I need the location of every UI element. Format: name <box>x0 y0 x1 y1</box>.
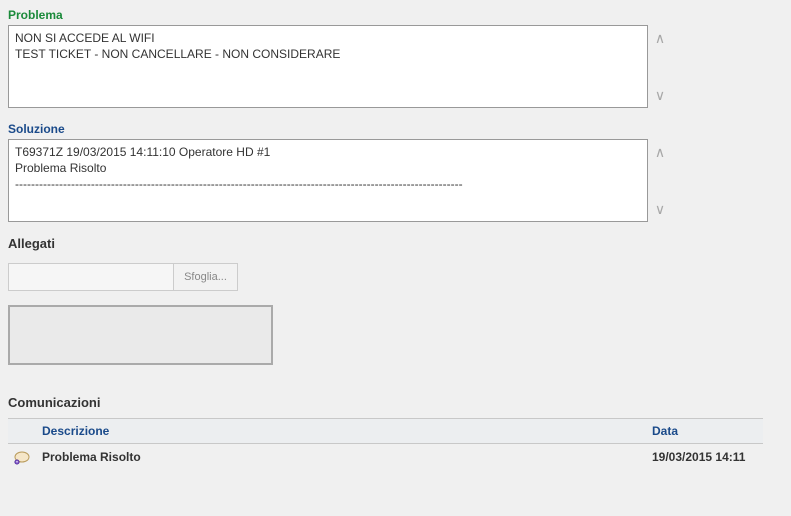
row-icon-cell <box>8 444 36 471</box>
comunicazioni-label: Comunicazioni <box>8 395 783 410</box>
allegati-label: Allegati <box>8 236 783 251</box>
problema-scrollbar[interactable]: ∧ ∨ <box>651 25 669 108</box>
soluzione-container: T69371Z 19/03/2015 14:11:10 Operatore HD… <box>8 139 673 222</box>
message-icon <box>14 451 30 465</box>
attachment-preview-box <box>8 305 273 365</box>
soluzione-scrollbar[interactable]: ∧ ∨ <box>651 139 669 222</box>
table-row[interactable]: Problema Risolto 19/03/2015 14:11 <box>8 444 763 471</box>
soluzione-textarea[interactable]: T69371Z 19/03/2015 14:11:10 Operatore HD… <box>8 139 648 222</box>
soluzione-label: Soluzione <box>8 122 783 136</box>
col-icon-header <box>8 419 36 444</box>
comunicazioni-table: Descrizione Data Problema Risolto 19/03/… <box>8 418 763 471</box>
row-data: 19/03/2015 14:11 <box>646 444 763 471</box>
scroll-up-icon[interactable]: ∧ <box>651 31 669 45</box>
browse-button[interactable]: Sfoglia... <box>173 263 238 291</box>
table-header-row: Descrizione Data <box>8 419 763 444</box>
scroll-up-icon[interactable]: ∧ <box>651 145 669 159</box>
problema-container: NON SI ACCEDE AL WIFI TEST TICKET - NON … <box>8 25 673 108</box>
row-descrizione: Problema Risolto <box>36 444 646 471</box>
problema-label: Problema <box>8 8 783 22</box>
col-data-header[interactable]: Data <box>646 419 763 444</box>
scroll-down-icon[interactable]: ∨ <box>651 202 669 216</box>
col-descrizione-header[interactable]: Descrizione <box>36 419 646 444</box>
upload-row: Sfoglia... <box>8 263 783 291</box>
upload-filename-field[interactable] <box>8 263 173 291</box>
problema-textarea[interactable]: NON SI ACCEDE AL WIFI TEST TICKET - NON … <box>8 25 648 108</box>
scroll-down-icon[interactable]: ∨ <box>651 88 669 102</box>
